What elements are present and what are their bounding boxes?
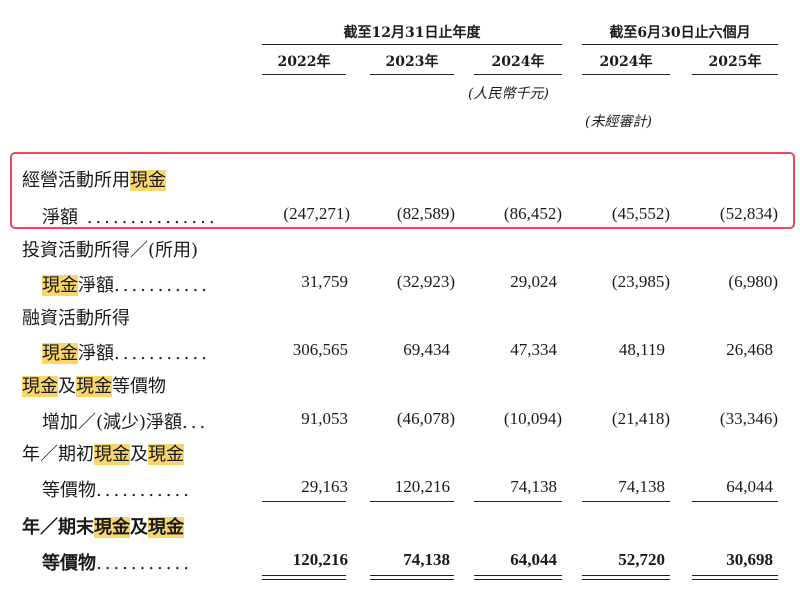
year-rule-2023 [370,74,454,75]
closing-2025: 30,698 [726,550,773,569]
financing-2024: 47,334 [510,340,557,359]
closing-2024: 64,044 [510,550,557,569]
financing-2023: 69,434 [403,340,450,359]
row-opening-sublabel: 等價物........... [42,480,192,501]
year-rule-2022 [262,74,346,75]
net-change-2024: (10,094) [503,409,562,428]
subtotal-rule-2025 [692,501,778,502]
closing-2024-interim: 52,720 [618,550,665,569]
row-financing-sublabel: 現金淨額........... [42,343,210,364]
row-net-change-sublabel: 增加／(減少)淨額... [42,412,209,433]
total-rule-2024 [474,575,562,580]
operating-2025: (52,834) [719,204,778,223]
period-header-interim: 截至6月30日止六個月 [609,25,751,41]
year-rule-2024-interim [582,74,670,75]
net-change-2025: (33,346) [719,409,778,428]
closing-2022: 120,216 [292,550,348,569]
investing-2024: 29,024 [510,272,557,291]
opening-2022: 29,163 [301,477,348,496]
operating-2024-interim: (45,552) [611,204,670,223]
net-change-2022: 91,053 [301,409,348,428]
opening-2024: 74,138 [510,477,557,496]
opening-2023: 120,216 [394,477,450,496]
operating-2024: (86,452) [503,204,562,223]
period-header-annual-rule [262,44,562,45]
row-operating-label: 經營活動所用現金 [22,170,166,191]
period-header-annual: 截至12月31日止年度 [343,25,481,41]
total-rule-2022 [262,575,346,580]
row-net-change-label: 現金及現金等價物 [22,376,166,397]
period-header-interim-rule [582,44,778,45]
total-rule-2025 [692,575,778,580]
investing-2022: 31,759 [301,272,348,291]
subtotal-rule-2024-interim [582,501,670,502]
financing-2022: 306,565 [292,340,348,359]
net-change-2023: (46,078) [396,409,455,428]
investing-2025: (6,980) [728,272,778,291]
operating-2022: (247,271) [283,204,350,223]
net-change-2024-interim: (21,418) [611,409,670,428]
unaudited-note: (未經審計) [585,114,652,130]
operating-2023: (82,589) [396,204,455,223]
investing-2024-interim: (23,985) [611,272,670,291]
unit-note: (人民幣千元) [468,86,549,102]
row-operating-sublabel: 淨額 ............... [42,207,218,228]
year-header-2024: 2024年 [491,54,545,70]
opening-2024-interim: 74,138 [618,477,665,496]
row-opening-label: 年／期初現金及現金 [22,444,184,465]
financing-2025: 26,468 [726,340,773,359]
subtotal-rule-2022 [262,501,346,502]
financing-2024-interim: 48,119 [618,340,665,359]
row-investing-sublabel: 現金淨額........... [42,275,210,296]
total-rule-2023 [370,575,454,580]
investing-2023: (32,923) [396,272,455,291]
year-header-2022: 2022年 [277,54,331,70]
year-rule-2025 [692,74,778,75]
subtotal-rule-2023 [370,501,454,502]
total-rule-2024-interim [582,575,670,580]
row-closing-sublabel: 等價物........... [42,553,192,574]
row-financing-label: 融資活動所得 [22,308,130,329]
year-rule-2024 [474,74,562,75]
year-header-2023: 2023年 [385,54,439,70]
year-header-2024-interim: 2024年 [599,54,653,70]
row-closing-label: 年／期末現金及現金 [22,517,184,538]
opening-2025: 64,044 [726,477,773,496]
row-investing-label: 投資活動所得／(所用) [22,240,199,261]
year-header-2025: 2025年 [708,54,762,70]
closing-2023: 74,138 [403,550,450,569]
subtotal-rule-2024 [474,501,562,502]
